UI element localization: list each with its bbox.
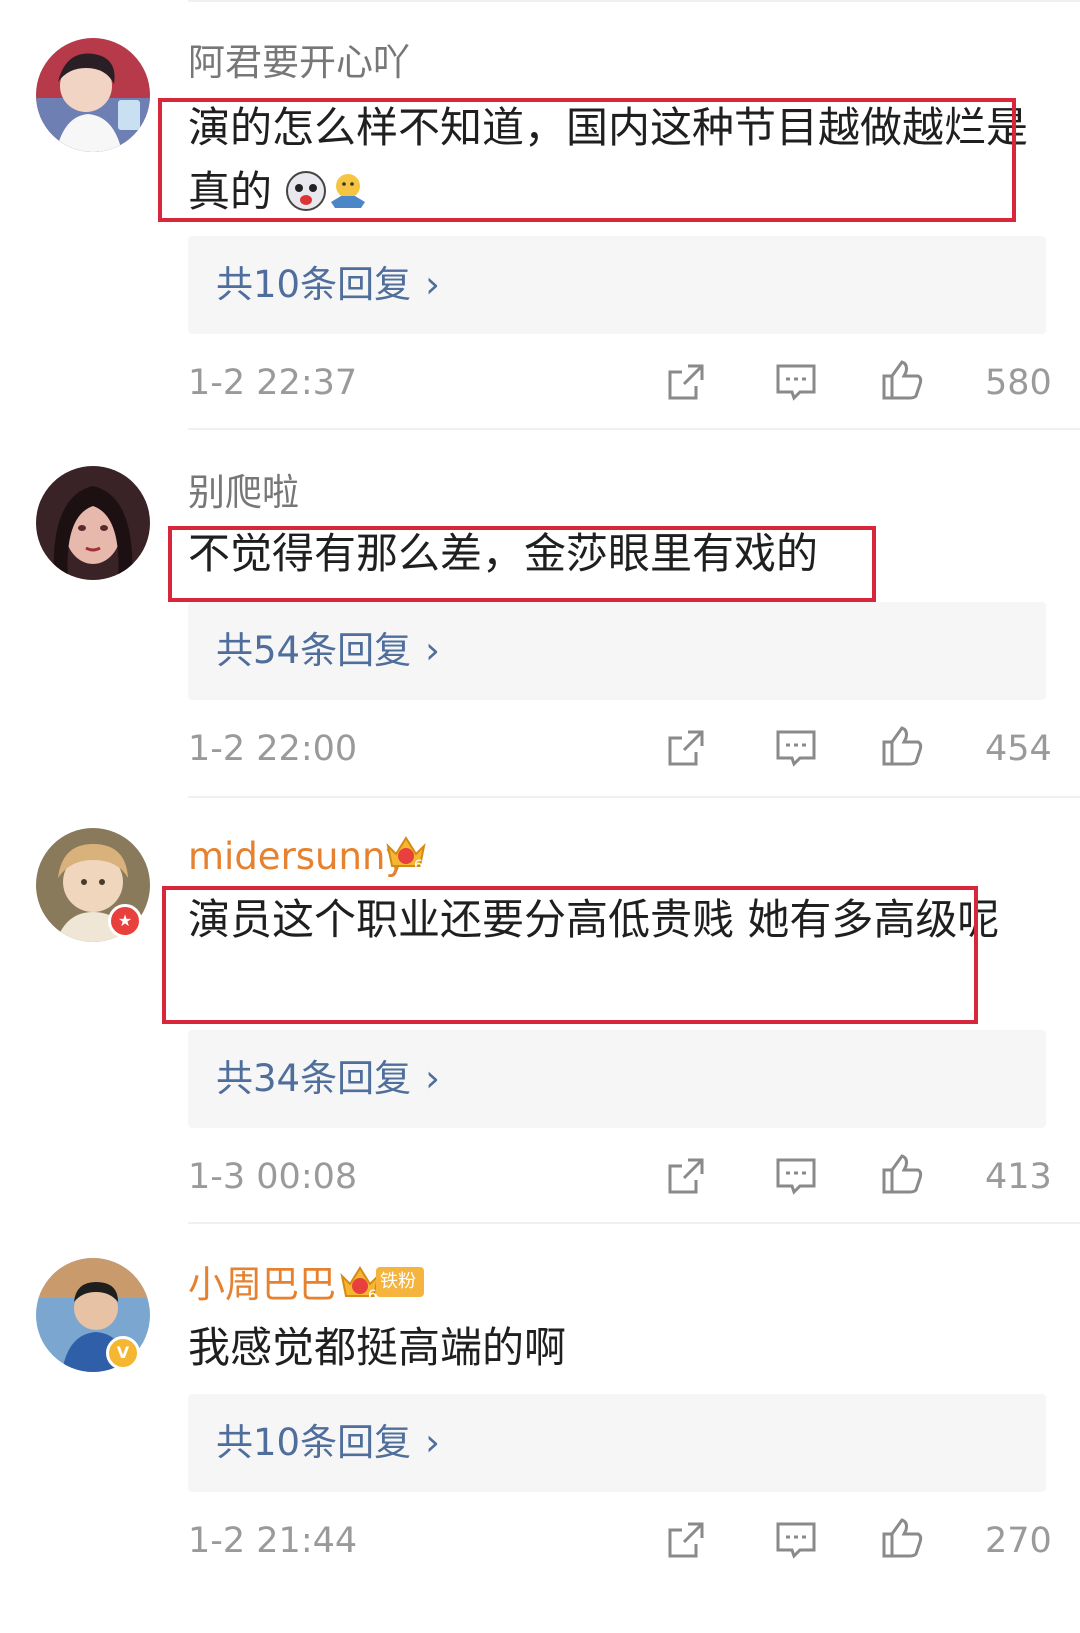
reply-summary[interactable]: 共10条回复 ›: [188, 1394, 1046, 1492]
timestamp: 1-2 21:44: [188, 1521, 358, 1561]
comment-item: V 小周巴巴 6 铁粉 我感觉都挺高端的啊 共10条回复 › 1-2 21:44 …: [0, 1226, 1080, 1633]
verified-star-badge-icon: ★: [108, 904, 142, 938]
comment-item: ★ midersunny 6 演员这个职业还要分高低贵贱 她有多高级呢 共34条…: [0, 800, 1080, 1230]
crown-badge-icon: 6 铁粉: [338, 1262, 424, 1302]
comment-icon[interactable]: [772, 1516, 820, 1564]
timestamp: 1-3 00:08: [188, 1157, 358, 1197]
thumbs-up-icon[interactable]: [878, 356, 926, 404]
reply-count-link[interactable]: 共34条回复: [216, 1057, 411, 1100]
fan-badge: 铁粉: [376, 1267, 424, 1297]
chevron-right-icon: ›: [425, 629, 440, 672]
username[interactable]: 别爬啦: [188, 470, 299, 516]
timestamp: 1-2 22:00: [188, 729, 358, 769]
username[interactable]: 阿君要开心吖: [188, 40, 410, 86]
divider: [188, 428, 1080, 430]
verified-v-badge-icon: V: [106, 1336, 140, 1370]
username[interactable]: midersunny: [188, 834, 407, 880]
thumbs-up-icon[interactable]: [878, 1150, 926, 1198]
share-icon[interactable]: [662, 1152, 710, 1200]
reply-count-link[interactable]: 共54条回复: [216, 629, 411, 672]
reply-summary[interactable]: 共34条回复 ›: [188, 1030, 1046, 1128]
share-icon[interactable]: [662, 358, 710, 406]
like-count: 454: [985, 729, 1052, 769]
comment-icon[interactable]: [772, 724, 820, 772]
comment-icon[interactable]: [772, 358, 820, 406]
reply-count-link[interactable]: 共10条回复: [216, 1421, 411, 1464]
crown-badge-icon: 6: [384, 832, 428, 872]
divider: [188, 1222, 1080, 1224]
chevron-right-icon: ›: [425, 263, 440, 306]
highlight-box: [158, 98, 1016, 222]
avatar[interactable]: [36, 466, 150, 580]
highlight-box: [162, 886, 978, 1024]
reply-count-link[interactable]: 共10条回复: [216, 263, 411, 306]
reply-summary[interactable]: 共10条回复 ›: [188, 236, 1046, 334]
reply-summary[interactable]: 共54条回复 ›: [188, 602, 1046, 700]
divider: [188, 796, 1080, 798]
thumbs-up-icon[interactable]: [878, 722, 926, 770]
comment-item: 别爬啦 不觉得有那么差，金莎眼里有戏的 共54条回复 › 1-2 22:00 45…: [0, 440, 1080, 800]
vip-level: 6: [414, 858, 423, 872]
avatar[interactable]: [36, 38, 150, 152]
timestamp: 1-2 22:37: [188, 363, 358, 403]
comment-icon[interactable]: [772, 1152, 820, 1200]
highlight-box: [168, 526, 876, 602]
comment-text: 我感觉都挺高端的啊: [188, 1323, 567, 1372]
share-icon[interactable]: [662, 724, 710, 772]
chevron-right-icon: ›: [425, 1057, 440, 1100]
share-icon[interactable]: [662, 1516, 710, 1564]
comment-item: 阿君要开心吖 演的怎么样不知道，国内这种节目越做越烂是真的 共10条回复 › 1-…: [0, 0, 1080, 440]
like-count: 270: [985, 1521, 1052, 1561]
like-count: 413: [985, 1157, 1052, 1197]
chevron-right-icon: ›: [425, 1421, 440, 1464]
thumbs-up-icon[interactable]: [878, 1514, 926, 1562]
like-count: 580: [985, 363, 1052, 403]
username[interactable]: 小周巴巴: [188, 1262, 336, 1308]
